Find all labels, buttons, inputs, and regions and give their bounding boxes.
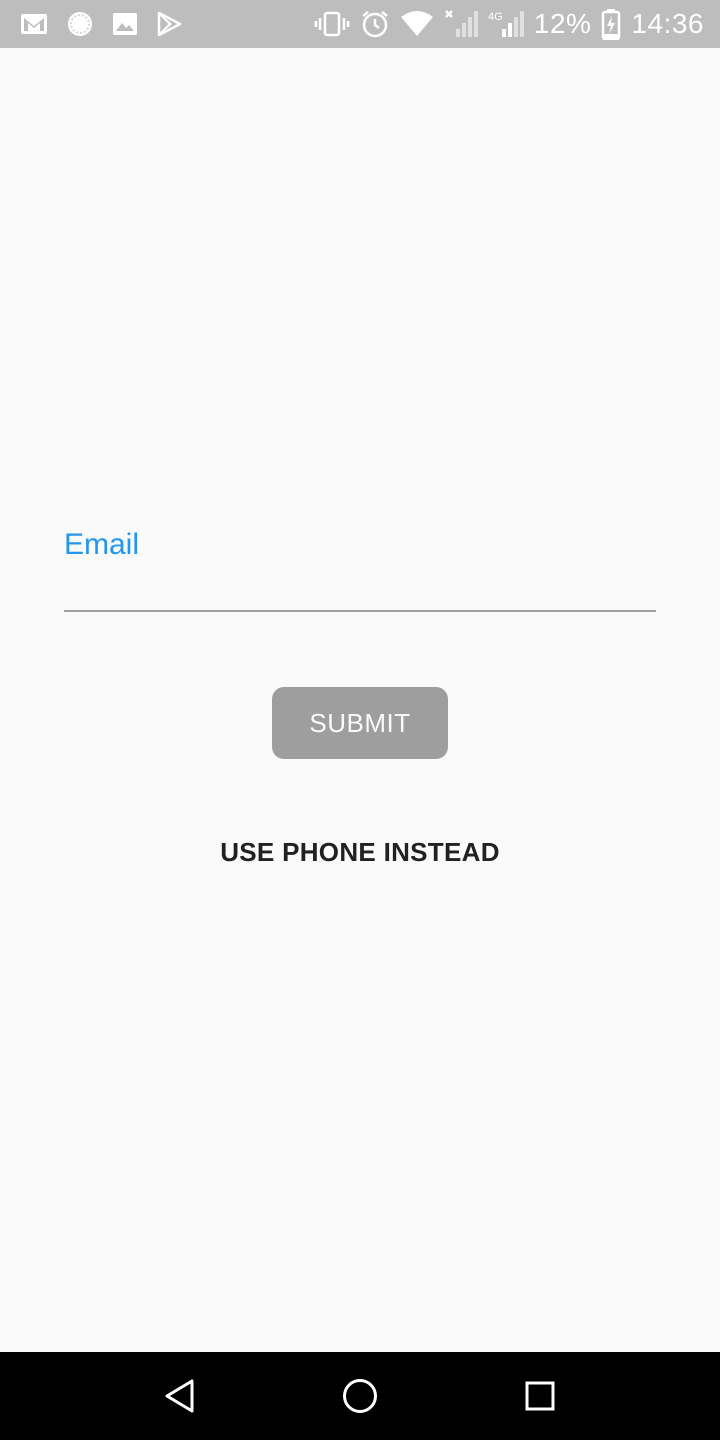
system-icons: 4G 12% 14:36 xyxy=(314,0,704,48)
status-bar: 4G 12% 14:36 xyxy=(0,0,720,48)
sync-icon xyxy=(66,10,94,38)
image-icon xyxy=(112,12,138,36)
play-store-icon xyxy=(156,11,182,37)
back-icon[interactable] xyxy=(158,1374,202,1418)
clock: 14:36 xyxy=(631,8,704,39)
recents-icon[interactable] xyxy=(518,1374,562,1418)
wifi-icon xyxy=(400,10,434,38)
battery-percent: 12% xyxy=(533,8,592,39)
login-form: Email SUBMIT USE PHONE INSTEAD xyxy=(0,48,720,1352)
gmail-icon xyxy=(20,13,48,35)
submit-button[interactable]: SUBMIT xyxy=(272,687,448,759)
navigation-bar xyxy=(0,1352,720,1440)
battery-charging-icon xyxy=(601,8,621,40)
svg-text:4G: 4G xyxy=(488,11,503,23)
vibrate-icon xyxy=(314,10,350,38)
alarm-icon xyxy=(360,9,390,39)
use-phone-instead-button[interactable]: USE PHONE INSTEAD xyxy=(160,832,560,872)
email-field[interactable] xyxy=(64,568,656,612)
notification-icons xyxy=(20,0,182,48)
signal-icon xyxy=(444,9,478,39)
home-icon[interactable] xyxy=(338,1374,382,1418)
signal-4g-icon: 4G xyxy=(488,9,524,39)
email-label: Email xyxy=(64,528,140,561)
